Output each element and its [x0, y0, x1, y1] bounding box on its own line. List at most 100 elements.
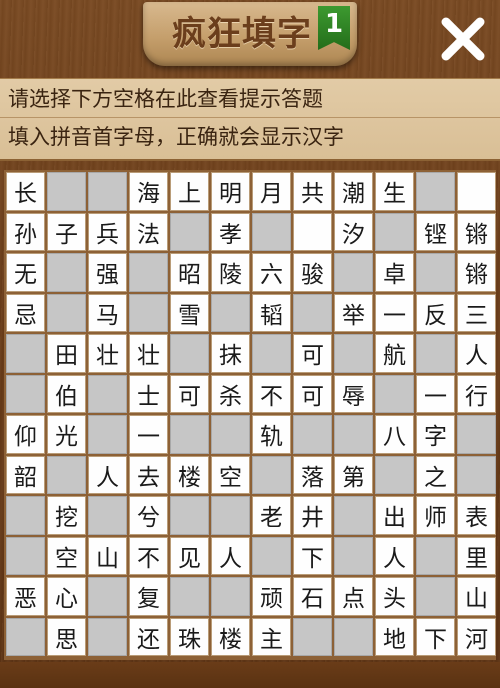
grid-cell[interactable]: 点	[334, 577, 373, 616]
grid-cell[interactable]: 强	[88, 253, 127, 292]
grid-cell[interactable]: 可	[293, 374, 332, 413]
grid-cell[interactable]: 卓	[375, 253, 414, 292]
grid-cell[interactable]: 空	[211, 455, 250, 494]
grid-cell[interactable]: 一	[416, 374, 455, 413]
grid-cell[interactable]: 法	[129, 212, 168, 251]
grid-cell[interactable]: 山	[457, 577, 496, 616]
grid-cell[interactable]: 心	[47, 577, 86, 616]
grid-cell[interactable]: 共	[293, 172, 332, 211]
grid-cell[interactable]: 楼	[170, 455, 209, 494]
grid-cell[interactable]: 陵	[211, 253, 250, 292]
grid-cell[interactable]: 锵	[457, 212, 496, 251]
grid-cell[interactable]: 落	[293, 455, 332, 494]
grid-cell[interactable]: 见	[170, 536, 209, 575]
grid-cell[interactable]: 骏	[293, 253, 332, 292]
grid-cell[interactable]: 韶	[6, 455, 45, 494]
grid-cell[interactable]: 第	[334, 455, 373, 494]
grid-cell[interactable]: 表	[457, 496, 496, 535]
grid-cell[interactable]: 一	[375, 293, 414, 332]
grid-cell[interactable]: 一	[129, 415, 168, 454]
grid-cell[interactable]: 航	[375, 334, 414, 373]
grid-cell[interactable]: 雪	[170, 293, 209, 332]
grid-cell[interactable]: 地	[375, 617, 414, 656]
grid-cell[interactable]: 里	[457, 536, 496, 575]
grid-cell[interactable]: 字	[416, 415, 455, 454]
grid-cell[interactable]: 仰	[6, 415, 45, 454]
grid-cell[interactable]: 海	[129, 172, 168, 211]
grid-cell[interactable]: 士	[129, 374, 168, 413]
grid-cell[interactable]: 潮	[334, 172, 373, 211]
grid-cell[interactable]: 铿	[416, 212, 455, 251]
grid-cell[interactable]: 空	[47, 536, 86, 575]
grid-cell[interactable]: 石	[293, 577, 332, 616]
grid-cell[interactable]: 韬	[252, 293, 291, 332]
grid-cell	[252, 334, 291, 373]
grid-cell[interactable]: 兮	[129, 496, 168, 535]
grid-cell[interactable]: 辱	[334, 374, 373, 413]
grid-cell[interactable]: 汐	[334, 212, 373, 251]
grid-cell[interactable]: 伯	[47, 374, 86, 413]
grid-cell[interactable]: 人	[88, 455, 127, 494]
grid-cell[interactable]: 孙	[6, 212, 45, 251]
grid-cell[interactable]: 挖	[47, 496, 86, 535]
grid-cell[interactable]: 河	[457, 617, 496, 656]
grid-cell[interactable]: 师	[416, 496, 455, 535]
grid-cell[interactable]: 抹	[211, 334, 250, 373]
grid-cell[interactable]: 恶	[6, 577, 45, 616]
grid-cell[interactable]: 明	[211, 172, 250, 211]
grid-cell[interactable]: 人	[211, 536, 250, 575]
grid-cell[interactable]: 顽	[252, 577, 291, 616]
grid-cell[interactable]: 子	[47, 212, 86, 251]
grid-cell[interactable]: 复	[129, 577, 168, 616]
grid-cell[interactable]: 月	[252, 172, 291, 211]
grid-cell[interactable]: 珠	[170, 617, 209, 656]
hint-panel: 请选择下方空格在此查看提示答题 填入拼音首字母，正确就会显示汉字	[0, 78, 500, 161]
grid-cell[interactable]: 老	[252, 496, 291, 535]
grid-cell[interactable]: 举	[334, 293, 373, 332]
close-button[interactable]	[438, 14, 488, 64]
grid-cell[interactable]: 马	[88, 293, 127, 332]
grid-cell[interactable]: 忌	[6, 293, 45, 332]
grid-cell[interactable]: 楼	[211, 617, 250, 656]
grid-cell[interactable]: 不	[129, 536, 168, 575]
grid-cell[interactable]: 六	[252, 253, 291, 292]
grid-cell[interactable]: 之	[416, 455, 455, 494]
grid-cell[interactable]: 人	[375, 536, 414, 575]
grid-cell	[375, 455, 414, 494]
grid-cell[interactable]: 可	[293, 334, 332, 373]
grid-cell[interactable]: 可	[170, 374, 209, 413]
grid-cell[interactable]: 下	[416, 617, 455, 656]
grid-cell[interactable]: 还	[129, 617, 168, 656]
grid-cell[interactable]: 孝	[211, 212, 250, 251]
grid-cell[interactable]: 光	[47, 415, 86, 454]
grid-cell[interactable]: 三	[457, 293, 496, 332]
grid-cell[interactable]: 兵	[88, 212, 127, 251]
grid-cell[interactable]: 无	[6, 253, 45, 292]
grid-cell[interactable]: 生	[375, 172, 414, 211]
grid-cell[interactable]: 壮	[88, 334, 127, 373]
grid-cell[interactable]: 昭	[170, 253, 209, 292]
grid-cell[interactable]: 山	[88, 536, 127, 575]
grid-cell[interactable]: 去	[129, 455, 168, 494]
grid-cell[interactable]: 主	[252, 617, 291, 656]
grid-cell[interactable]: 不	[252, 374, 291, 413]
grid-cell[interactable]: 井	[293, 496, 332, 535]
grid-cell[interactable]: 杀	[211, 374, 250, 413]
grid-cell[interactable]: 思	[47, 617, 86, 656]
grid-cell[interactable]: 田	[47, 334, 86, 373]
grid-cell[interactable]: 轨	[252, 415, 291, 454]
grid-cell[interactable]: 长	[6, 172, 45, 211]
grid-cell[interactable]: 出	[375, 496, 414, 535]
grid-cell[interactable]: 壮	[129, 334, 168, 373]
grid-cell[interactable]: 人	[457, 334, 496, 373]
grid-cell[interactable]: 行	[457, 374, 496, 413]
grid-cell[interactable]: 头	[375, 577, 414, 616]
grid-cell[interactable]: 上	[170, 172, 209, 211]
grid-cell[interactable]: 反	[416, 293, 455, 332]
grid-cell[interactable]	[293, 212, 332, 251]
grid-cell[interactable]	[457, 172, 496, 211]
grid-cell[interactable]: 八	[375, 415, 414, 454]
grid-cell[interactable]: 锵	[457, 253, 496, 292]
grid-cell[interactable]: 下	[293, 536, 332, 575]
grid-cell	[6, 374, 45, 413]
